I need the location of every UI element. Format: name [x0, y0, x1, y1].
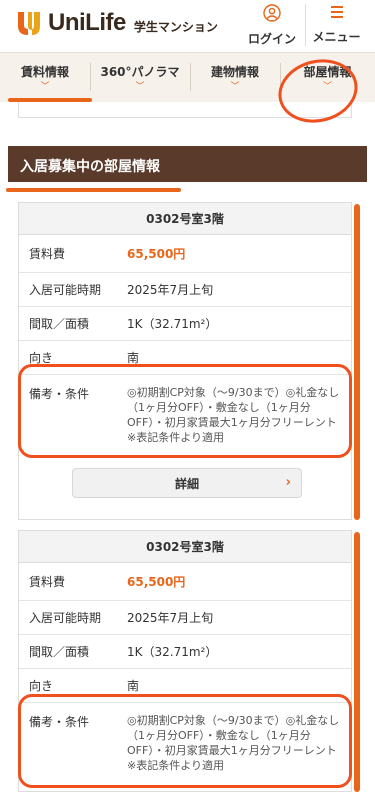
detail-button[interactable]: 詳細 ›: [72, 468, 302, 498]
row-value: 65,500円: [127, 575, 186, 589]
row-key: 入居可能時期: [29, 283, 102, 297]
menu-label: メニュー: [312, 30, 361, 44]
logo-text: UniLife: [48, 9, 126, 36]
row-key: 賃料費: [29, 247, 66, 261]
layout-row: 間取／面積 1K（32.71m²）: [19, 635, 351, 669]
room-title: 0302号室3階: [19, 531, 351, 563]
section-title: 入居募集中の部屋情報: [8, 146, 367, 182]
login-label: ログイン: [247, 32, 296, 46]
row-value: 1K（32.71m²）: [127, 317, 218, 331]
logo-subtitle: 学生マンション: [133, 19, 218, 34]
row-value: 65,500円: [127, 247, 186, 261]
row-value: 2025年7月上旬: [127, 611, 214, 625]
highlight-box: [18, 694, 352, 788]
row-key: 賃料費: [29, 575, 66, 589]
logo[interactable]: UniLife 学生マンション: [14, 8, 218, 38]
row-key: 間取／面積: [29, 317, 90, 331]
tab-panorama[interactable]: 360°パノラマ ﹀: [90, 53, 190, 101]
row-value: 2025年7月上旬: [127, 283, 214, 297]
rent-row: 賃料費 65,500円: [19, 563, 351, 601]
detail-label: 詳細: [174, 476, 199, 491]
tab-rent-info[interactable]: 賃料情報 ﹀: [0, 53, 90, 101]
move-in-row: 入居可能時期 2025年7月上旬: [19, 273, 351, 307]
card-scrollbar[interactable]: [354, 532, 360, 792]
chevron-right-icon: ›: [285, 475, 291, 490]
tab-label: 360°パノラマ: [100, 64, 180, 79]
chevron-down-icon: ﹀: [40, 81, 50, 92]
chevron-down-icon: ﹀: [135, 81, 145, 92]
card-scrollbar[interactable]: [354, 204, 360, 520]
tab-label: 建物情報: [210, 64, 259, 79]
user-icon: [263, 4, 281, 26]
menu-button[interactable]: メニュー: [305, 4, 367, 46]
row-value: 1K（32.71m²）: [127, 645, 218, 659]
layout-row: 間取／面積 1K（32.71m²）: [19, 307, 351, 341]
chevron-down-icon: ﹀: [230, 81, 240, 92]
section-underline: [6, 188, 181, 192]
room-title: 0302号室3階: [19, 203, 351, 235]
row-key: 間取／面積: [29, 645, 90, 659]
row-key: 入居可能時期: [29, 611, 102, 625]
tab-label: 賃料情報: [20, 64, 69, 79]
move-in-row: 入居可能時期 2025年7月上旬: [19, 601, 351, 635]
tab-building-info[interactable]: 建物情報 ﹀: [190, 53, 280, 101]
rent-row: 賃料費 65,500円: [19, 235, 351, 273]
row-value: 南: [127, 679, 140, 693]
site-header: UniLife 学生マンション ログイン メニュー: [0, 0, 375, 52]
login-button[interactable]: ログイン: [245, 4, 299, 46]
row-key: 向き: [29, 679, 54, 693]
hamburger-icon: [329, 4, 345, 24]
highlight-box: [18, 364, 352, 458]
logo-mark-icon: [14, 8, 46, 38]
